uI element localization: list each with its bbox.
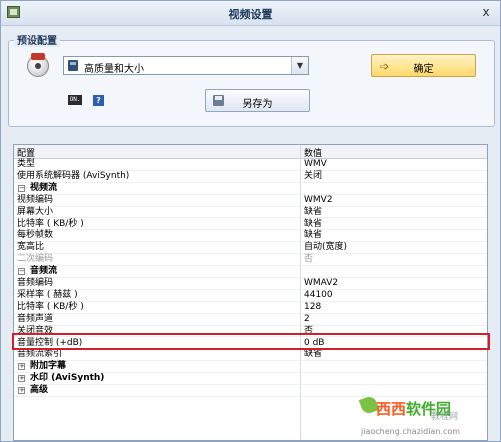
property-row[interactable]: 比特率 ( KB/秒 ) 128 — [14, 302, 487, 314]
property-value[interactable]: 缺省 — [304, 349, 322, 360]
toggle-icon[interactable]: ON. — [68, 95, 82, 105]
property-key: 每秒帧数 — [17, 230, 54, 241]
collapse-icon[interactable]: − — [18, 268, 25, 276]
preset-group-label: 预设配置 — [14, 32, 60, 47]
property-key: 使用系统解码器 (AviSynth) — [17, 170, 130, 181]
save-as-button-label: 另存为 — [242, 99, 273, 110]
property-key: 视频编码 — [17, 194, 54, 205]
group-row[interactable]: − 视频流 — [14, 183, 487, 195]
property-key: 屏幕大小 — [17, 206, 54, 217]
preset-select-value: 高质量和大小 — [84, 64, 144, 75]
property-value[interactable]: WMV2 — [304, 195, 333, 206]
expand-icon[interactable]: + — [18, 387, 25, 395]
close-icon[interactable]: x — [478, 5, 494, 20]
watermark-url: jiaocheng.chazidian.com — [361, 427, 461, 436]
watermark-logo-part1: 西西 — [376, 400, 407, 418]
highlight-box — [12, 333, 490, 350]
property-key: 附加字幕 — [30, 361, 67, 372]
property-key: 视频流 — [30, 182, 58, 193]
property-row[interactable]: 二次编码 否 — [14, 254, 487, 267]
property-row[interactable]: 每秒帧数 缺省 — [14, 230, 487, 243]
property-key: 高级 — [30, 385, 49, 396]
group-row[interactable]: + 附加字幕 — [14, 361, 487, 374]
property-value[interactable]: 自动(宽度) — [304, 242, 347, 253]
property-value[interactable]: WMAV2 — [304, 278, 338, 289]
property-row[interactable]: 音频声道 2 — [14, 314, 487, 326]
property-row[interactable]: 屏幕大小 缺省 — [14, 207, 487, 219]
expand-icon[interactable]: + — [18, 363, 25, 371]
wmv-preset-icon — [27, 53, 49, 77]
property-value[interactable]: 128 — [304, 302, 321, 313]
help-icon[interactable]: ? — [93, 95, 104, 106]
chevron-down-icon[interactable]: ▼ — [291, 57, 308, 74]
property-key: 采样率 ( 赫兹 ) — [17, 289, 78, 300]
property-value[interactable]: WMV — [304, 159, 327, 170]
property-key: 二次编码 — [17, 254, 54, 265]
property-key: 音频流 — [30, 266, 58, 277]
property-key: 比特率 ( KB/秒 ) — [17, 218, 84, 229]
group-row[interactable]: + 高级 — [14, 385, 487, 397]
property-value[interactable]: 否 — [304, 254, 313, 265]
property-row[interactable]: 使用系统解码器 (AviSynth) 关闭 — [14, 171, 487, 183]
property-key: 类型 — [17, 159, 36, 169]
property-row[interactable]: 音频流索引 缺省 — [14, 349, 487, 362]
group-row[interactable]: − 音频流 — [14, 266, 487, 278]
settings-grid[interactable]: 配置 数值 类型 WMV 使用系统解码器 (AviSynth) 关闭 − 视频流 视频编码 W… — [13, 144, 488, 441]
video-settings-window: 视频设置 x 预设配置 高质量和大小 ▼ ➩ 确定 ON. ? 另存为 配置 数… — [0, 0, 501, 442]
expand-icon[interactable]: + — [18, 375, 25, 383]
save-as-button[interactable]: 另存为 — [205, 89, 310, 112]
property-key: 水印 (AviSynth) — [30, 373, 105, 384]
preset-select[interactable]: 高质量和大小 ▼ — [63, 56, 309, 75]
disk-icon — [68, 60, 78, 71]
property-value[interactable]: 44100 — [304, 290, 333, 301]
property-row[interactable]: 采样率 ( 赫兹 ) 44100 — [14, 290, 487, 302]
property-value[interactable]: 缺省 — [304, 207, 322, 218]
grid-header: 配置 数值 — [14, 145, 487, 159]
property-key: 宽高比 — [17, 242, 45, 253]
property-row[interactable]: 视频编码 WMV2 — [14, 195, 487, 207]
collapse-icon[interactable]: − — [18, 184, 25, 192]
ok-button-label: 确定 — [413, 64, 434, 75]
property-row[interactable]: 类型 WMV — [14, 159, 487, 171]
property-key: 音频声道 — [17, 313, 54, 324]
property-key: 音频编码 — [17, 278, 54, 288]
property-value[interactable]: 缺省 — [304, 230, 322, 241]
column-header-setting[interactable]: 配置 — [17, 146, 35, 159]
property-row[interactable]: 比特率 ( KB/秒 ) 缺省 — [14, 219, 487, 231]
column-header-value[interactable]: 数值 — [304, 146, 322, 159]
property-value[interactable]: 缺省 — [304, 219, 322, 230]
property-row[interactable]: 宽高比 自动(宽度) — [14, 242, 487, 255]
property-value[interactable]: 2 — [304, 314, 310, 325]
title-bar: 视频设置 x — [1, 1, 500, 26]
ok-button[interactable]: ➩ 确定 — [371, 54, 476, 77]
watermark-overlay: 教程网 — [431, 412, 459, 422]
property-value[interactable]: 关闭 — [304, 171, 322, 182]
group-row[interactable]: + 水印 (AviSynth) — [14, 373, 487, 386]
window-title: 视频设置 — [228, 8, 273, 21]
property-key: 比特率 ( KB/秒 ) — [17, 301, 84, 312]
property-key: 音频流索引 — [17, 349, 63, 360]
property-row[interactable]: 音频编码 WMAV2 — [14, 278, 487, 290]
